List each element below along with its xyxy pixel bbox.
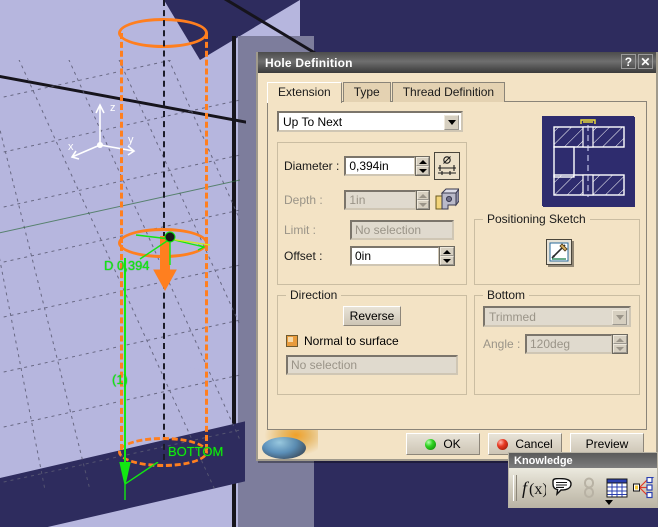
diameter-stepper[interactable] xyxy=(415,156,431,176)
direction-selection-input[interactable]: No selection xyxy=(286,355,458,375)
depth-row: Depth : 1in xyxy=(284,186,460,214)
offset-input[interactable]: 0in xyxy=(350,246,440,266)
bottom-type-combo: Trimmed xyxy=(483,306,631,327)
green-ball-icon xyxy=(425,438,437,450)
diameter-dimension-icon[interactable] xyxy=(434,152,461,180)
depth-stepper xyxy=(415,190,431,210)
formula-fx-icon[interactable]: f (x) xyxy=(522,474,546,502)
hole-preview-wall-left-upper xyxy=(120,33,123,243)
angle-value: 120deg xyxy=(530,337,571,351)
offset-row: Offset : 0in xyxy=(284,246,460,266)
dialog-tabs[interactable]: Extension Type Thread Definition xyxy=(267,81,647,103)
toolbar-overflow-chevron-icon[interactable] xyxy=(605,500,613,505)
depth-annotation-label: (1) xyxy=(112,372,128,387)
close-button[interactable]: ✕ xyxy=(638,54,653,69)
dialog-body: Extension Type Thread Definition Up To N… xyxy=(258,73,656,461)
angle-stepper xyxy=(612,334,628,354)
chain-link-icon[interactable] xyxy=(578,474,600,502)
diameter-dimension-line xyxy=(124,258,126,476)
toolbar-grip-handle[interactable] xyxy=(513,475,517,501)
dialog-titlebar[interactable]: Hole Definition ? ✕ xyxy=(258,52,656,73)
diameter-annotation-label: D 0,394 xyxy=(104,258,150,273)
diameter-value: 0,394in xyxy=(349,159,389,173)
design-table-icon[interactable] xyxy=(606,474,628,502)
chevron-down-icon[interactable] xyxy=(444,115,459,130)
depth-solid-icon[interactable] xyxy=(434,186,460,214)
dialog-title: Hole Definition xyxy=(265,55,353,70)
direction-title: Direction xyxy=(286,288,342,302)
svg-text:(x): (x) xyxy=(529,481,546,498)
bottom-annotation-label: BOTTOM xyxy=(168,444,224,459)
hole-definition-dialog[interactable]: Hole Definition ? ✕ Extension Type Threa… xyxy=(256,52,658,461)
hole-section-preview-image xyxy=(542,116,635,207)
ok-button[interactable]: OK xyxy=(406,433,480,455)
extension-type-value: Up To Next xyxy=(283,114,343,129)
direction-group: Direction Reverse Normal to surface No s… xyxy=(277,288,467,395)
chevron-down-icon xyxy=(612,310,627,325)
diameter-row: Diameter : 0,394in xyxy=(284,152,461,180)
normal-to-surface-checkbox[interactable] xyxy=(286,335,298,347)
bottom-type-value: Trimmed xyxy=(489,309,536,324)
knowledge-toolbar-bar: f (x) xyxy=(509,468,657,508)
hole-preview-wall-right-upper xyxy=(205,33,208,243)
tab-type[interactable]: Type xyxy=(342,82,391,102)
knowledge-toolbar[interactable]: Knowledge f (x) xyxy=(508,452,658,508)
offset-stepper[interactable] xyxy=(439,246,455,266)
extension-type-combo[interactable]: Up To Next xyxy=(277,111,463,132)
diameter-label: Diameter : xyxy=(284,159,340,173)
ok-button-label: OK xyxy=(443,437,461,451)
limit-value: No selection xyxy=(355,223,422,237)
limit-label: Limit : xyxy=(284,223,317,237)
coordinate-axis-icon: z y x xyxy=(68,102,136,160)
depth-label: Depth : xyxy=(284,193,323,207)
offset-label: Offset : xyxy=(284,249,323,263)
svg-text:z: z xyxy=(110,102,116,114)
tab-extension[interactable]: Extension xyxy=(267,82,342,103)
depth-input: 1in xyxy=(344,190,417,210)
extension-tab-panel: Up To Next Diameter: 0,394in Depth: 1i… xyxy=(267,101,647,430)
knowledge-graph-icon[interactable] xyxy=(632,474,657,502)
hole-preview-wall-left-lower xyxy=(120,245,123,450)
angle-row: Angle : 120deg xyxy=(483,334,631,354)
dimension-arrowheads xyxy=(119,462,159,500)
bottom-title: Bottom xyxy=(483,288,530,302)
diameter-input[interactable]: 0,394in xyxy=(344,156,417,176)
cancel-button-label: Cancel xyxy=(515,437,553,451)
bottom-group: Bottom Trimmed Angle : 120deg xyxy=(474,288,640,395)
help-button[interactable]: ? xyxy=(621,54,636,69)
hole-parameters-group: Diameter : 0,394in Depth: 1in Limit: N… xyxy=(277,142,467,285)
depth-value: 1in xyxy=(349,193,366,207)
limit-row: Limit : No selection xyxy=(284,220,460,240)
svg-text:y: y xyxy=(128,134,134,146)
direction-selection-value: No selection xyxy=(291,358,358,372)
svg-text:x: x xyxy=(68,141,74,153)
normal-to-surface-label: Normal to surface xyxy=(304,334,399,348)
angle-input: 120deg xyxy=(525,334,613,354)
reverse-button[interactable]: Reverse xyxy=(342,306,402,326)
red-ball-icon xyxy=(497,438,509,450)
offset-value: 0in xyxy=(355,249,372,263)
knowledge-toolbar-title: Knowledge xyxy=(509,453,657,468)
titlebar-buttons: ? ✕ xyxy=(621,54,653,69)
tab-thread-definition[interactable]: Thread Definition xyxy=(391,82,506,102)
sketch-pencil-icon[interactable] xyxy=(546,239,572,265)
hole-preview-wall-right-lower xyxy=(205,245,208,450)
comment-bubble-icon[interactable] xyxy=(551,474,573,502)
positioning-sketch-title: Positioning Sketch xyxy=(483,212,590,226)
angle-label: Angle : xyxy=(483,337,521,351)
positioning-sketch-group: Positioning Sketch xyxy=(474,212,640,285)
limit-input: No selection xyxy=(350,220,454,240)
preview-button-label: Preview xyxy=(585,437,629,451)
